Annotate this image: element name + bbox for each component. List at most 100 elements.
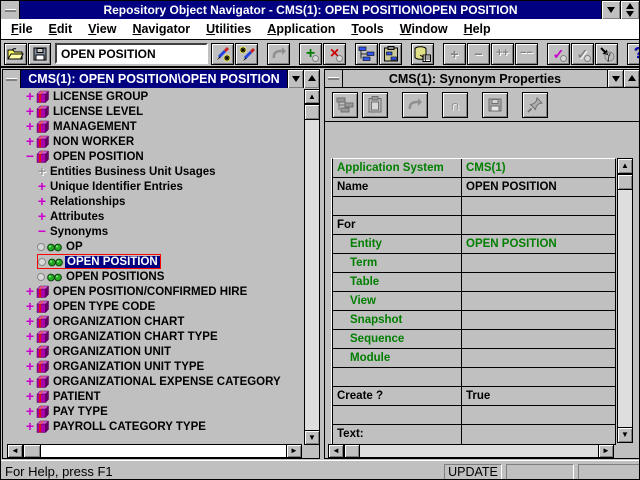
- property-value[interactable]: [462, 197, 615, 215]
- props-scroll-left-button[interactable]: ◄: [328, 444, 344, 458]
- tree-vscroll-thumb[interactable]: [304, 104, 320, 120]
- goto-mark-button[interactable]: f: [595, 43, 618, 65]
- navigator-system-menu-button[interactable]: [3, 70, 21, 88]
- menu-edit[interactable]: Edit: [41, 19, 81, 39]
- clipboard-button[interactable]: [362, 92, 388, 118]
- requery-button[interactable]: [411, 43, 434, 65]
- menu-utilities[interactable]: Utilities: [198, 19, 259, 39]
- tree-item-non-worker[interactable]: +NON WORKER: [5, 134, 303, 149]
- open-button[interactable]: [4, 43, 27, 65]
- props-scroll-right-button[interactable]: ►: [598, 444, 614, 458]
- tree-scroll-right-button[interactable]: ►: [286, 444, 302, 458]
- expand-plus-icon[interactable]: +: [36, 210, 48, 223]
- property-value[interactable]: [462, 292, 615, 310]
- properties-maximize-button[interactable]: [623, 70, 639, 87]
- menu-window[interactable]: Window: [392, 19, 456, 39]
- expand-plus-icon[interactable]: +: [36, 165, 48, 178]
- property-value[interactable]: CMS(1): [462, 159, 615, 177]
- collapse-minus-icon[interactable]: −: [24, 150, 36, 163]
- delete-object-button[interactable]: ×: [323, 43, 346, 65]
- tree-item-synonyms[interactable]: −Synonyms: [5, 224, 303, 239]
- props-vscroll-track[interactable]: [617, 190, 633, 427]
- tree-item-payroll-category-type[interactable]: +PAYROLL CATEGORY TYPE: [5, 419, 303, 434]
- menu-view[interactable]: View: [80, 19, 124, 39]
- tree-item-organization-chart-type[interactable]: +ORGANIZATION CHART TYPE: [5, 329, 303, 344]
- navigator-minimize-button[interactable]: [287, 70, 303, 88]
- tree-hscroll-thumb[interactable]: [23, 444, 41, 458]
- tree-item-open-position[interactable]: −OPEN POSITION: [5, 149, 303, 164]
- expand-plus-icon[interactable]: +: [36, 195, 48, 208]
- minimize-button[interactable]: [601, 1, 620, 19]
- tree-vscroll-track[interactable]: [304, 120, 320, 430]
- tree-item-op[interactable]: OP: [5, 239, 303, 254]
- tree-item-organization-chart[interactable]: +ORGANIZATION CHART: [5, 314, 303, 329]
- collapse-button[interactable]: −: [467, 43, 490, 65]
- props-hscroll-thumb[interactable]: [344, 444, 360, 458]
- menu-help[interactable]: Help: [456, 19, 499, 39]
- menu-file[interactable]: File: [3, 19, 41, 39]
- expand-plus-icon[interactable]: +: [24, 330, 36, 343]
- property-value[interactable]: True: [462, 387, 615, 405]
- tree-item-open-position[interactable]: OPEN POSITION: [5, 254, 303, 269]
- property-value[interactable]: [462, 254, 615, 272]
- tree-item-open-type-code[interactable]: +OPEN TYPE CODE: [5, 299, 303, 314]
- tree-item-organization-unit[interactable]: +ORGANIZATION UNIT: [5, 344, 303, 359]
- cut-hierarchy-button[interactable]: [355, 43, 378, 65]
- save-button[interactable]: [28, 43, 51, 65]
- props-vscroll-thumb[interactable]: [617, 174, 633, 190]
- menu-navigator[interactable]: Navigator: [124, 19, 198, 39]
- expand-button[interactable]: +: [443, 43, 466, 65]
- property-value[interactable]: OPEN POSITION: [462, 235, 615, 253]
- expand-plus-icon[interactable]: +: [36, 180, 48, 193]
- property-value[interactable]: [462, 311, 615, 329]
- intersection-button[interactable]: ∩: [442, 92, 468, 118]
- tree-item-relationships[interactable]: +Relationships: [5, 194, 303, 209]
- properties-system-menu-button[interactable]: [325, 70, 343, 87]
- save-properties-button[interactable]: [482, 92, 508, 118]
- property-value[interactable]: [462, 425, 615, 444]
- tree-item-license-group[interactable]: +LICENSE GROUP: [5, 89, 303, 104]
- expand-plus-icon[interactable]: +: [24, 390, 36, 403]
- undo-button[interactable]: [267, 43, 290, 65]
- collapse-minus-icon[interactable]: −: [36, 225, 48, 238]
- object-name-input[interactable]: [55, 43, 208, 64]
- tree-item-open-positions[interactable]: OPEN POSITIONS: [5, 269, 303, 284]
- tree-item-attributes[interactable]: +Attributes: [5, 209, 303, 224]
- property-value[interactable]: [462, 368, 615, 386]
- properties-minimize-button[interactable]: [607, 70, 623, 87]
- property-value[interactable]: [462, 349, 615, 367]
- expand-plus-icon[interactable]: +: [24, 105, 36, 118]
- tree-scroll-down-button[interactable]: ▼: [304, 430, 320, 445]
- fast-create-button[interactable]: [211, 43, 234, 65]
- create-object-button[interactable]: +: [299, 43, 322, 65]
- expand-plus-icon[interactable]: +: [24, 135, 36, 148]
- tree-scroll-left-button[interactable]: ◄: [7, 444, 23, 458]
- expand-plus-icon[interactable]: +: [24, 315, 36, 328]
- expand-plus-icon[interactable]: +: [24, 120, 36, 133]
- unmark-button[interactable]: ✓: [571, 43, 594, 65]
- tree-item-unique-identifier-entries[interactable]: +Unique Identifier Entries: [5, 179, 303, 194]
- pin-button[interactable]: [522, 92, 548, 118]
- property-value[interactable]: [462, 273, 615, 291]
- property-value[interactable]: [462, 406, 615, 424]
- paste-hierarchy-button[interactable]: [379, 43, 402, 65]
- restore-button[interactable]: [620, 1, 639, 19]
- tree-hscroll-track[interactable]: [41, 444, 286, 458]
- tree-item-management[interactable]: +MANAGEMENT: [5, 119, 303, 134]
- tree-item-organizational-expense-category[interactable]: +ORGANIZATIONAL EXPENSE CATEGORY: [5, 374, 303, 389]
- tree-item-organization-unit-type[interactable]: +ORGANIZATION UNIT TYPE: [5, 359, 303, 374]
- property-value[interactable]: [462, 216, 615, 234]
- expand-plus-icon[interactable]: +: [24, 360, 36, 373]
- mark-button[interactable]: ✓: [547, 43, 570, 65]
- property-value[interactable]: [462, 330, 615, 348]
- tree-item-open-position-confirmed-hire[interactable]: +OPEN POSITION/CONFIRMED HIRE: [5, 284, 303, 299]
- expand-plus-icon[interactable]: +: [24, 90, 36, 103]
- expand-plus-icon[interactable]: +: [24, 420, 36, 433]
- expand-plus-icon[interactable]: +: [24, 405, 36, 418]
- system-menu-button[interactable]: [1, 1, 20, 19]
- expand-all-button[interactable]: ++: [491, 43, 514, 65]
- navigate-to-object-button[interactable]: [332, 92, 358, 118]
- tree-item-pay-type[interactable]: +PAY TYPE: [5, 404, 303, 419]
- props-scroll-down-button[interactable]: ▼: [617, 427, 633, 443]
- collapse-all-button[interactable]: −−: [515, 43, 538, 65]
